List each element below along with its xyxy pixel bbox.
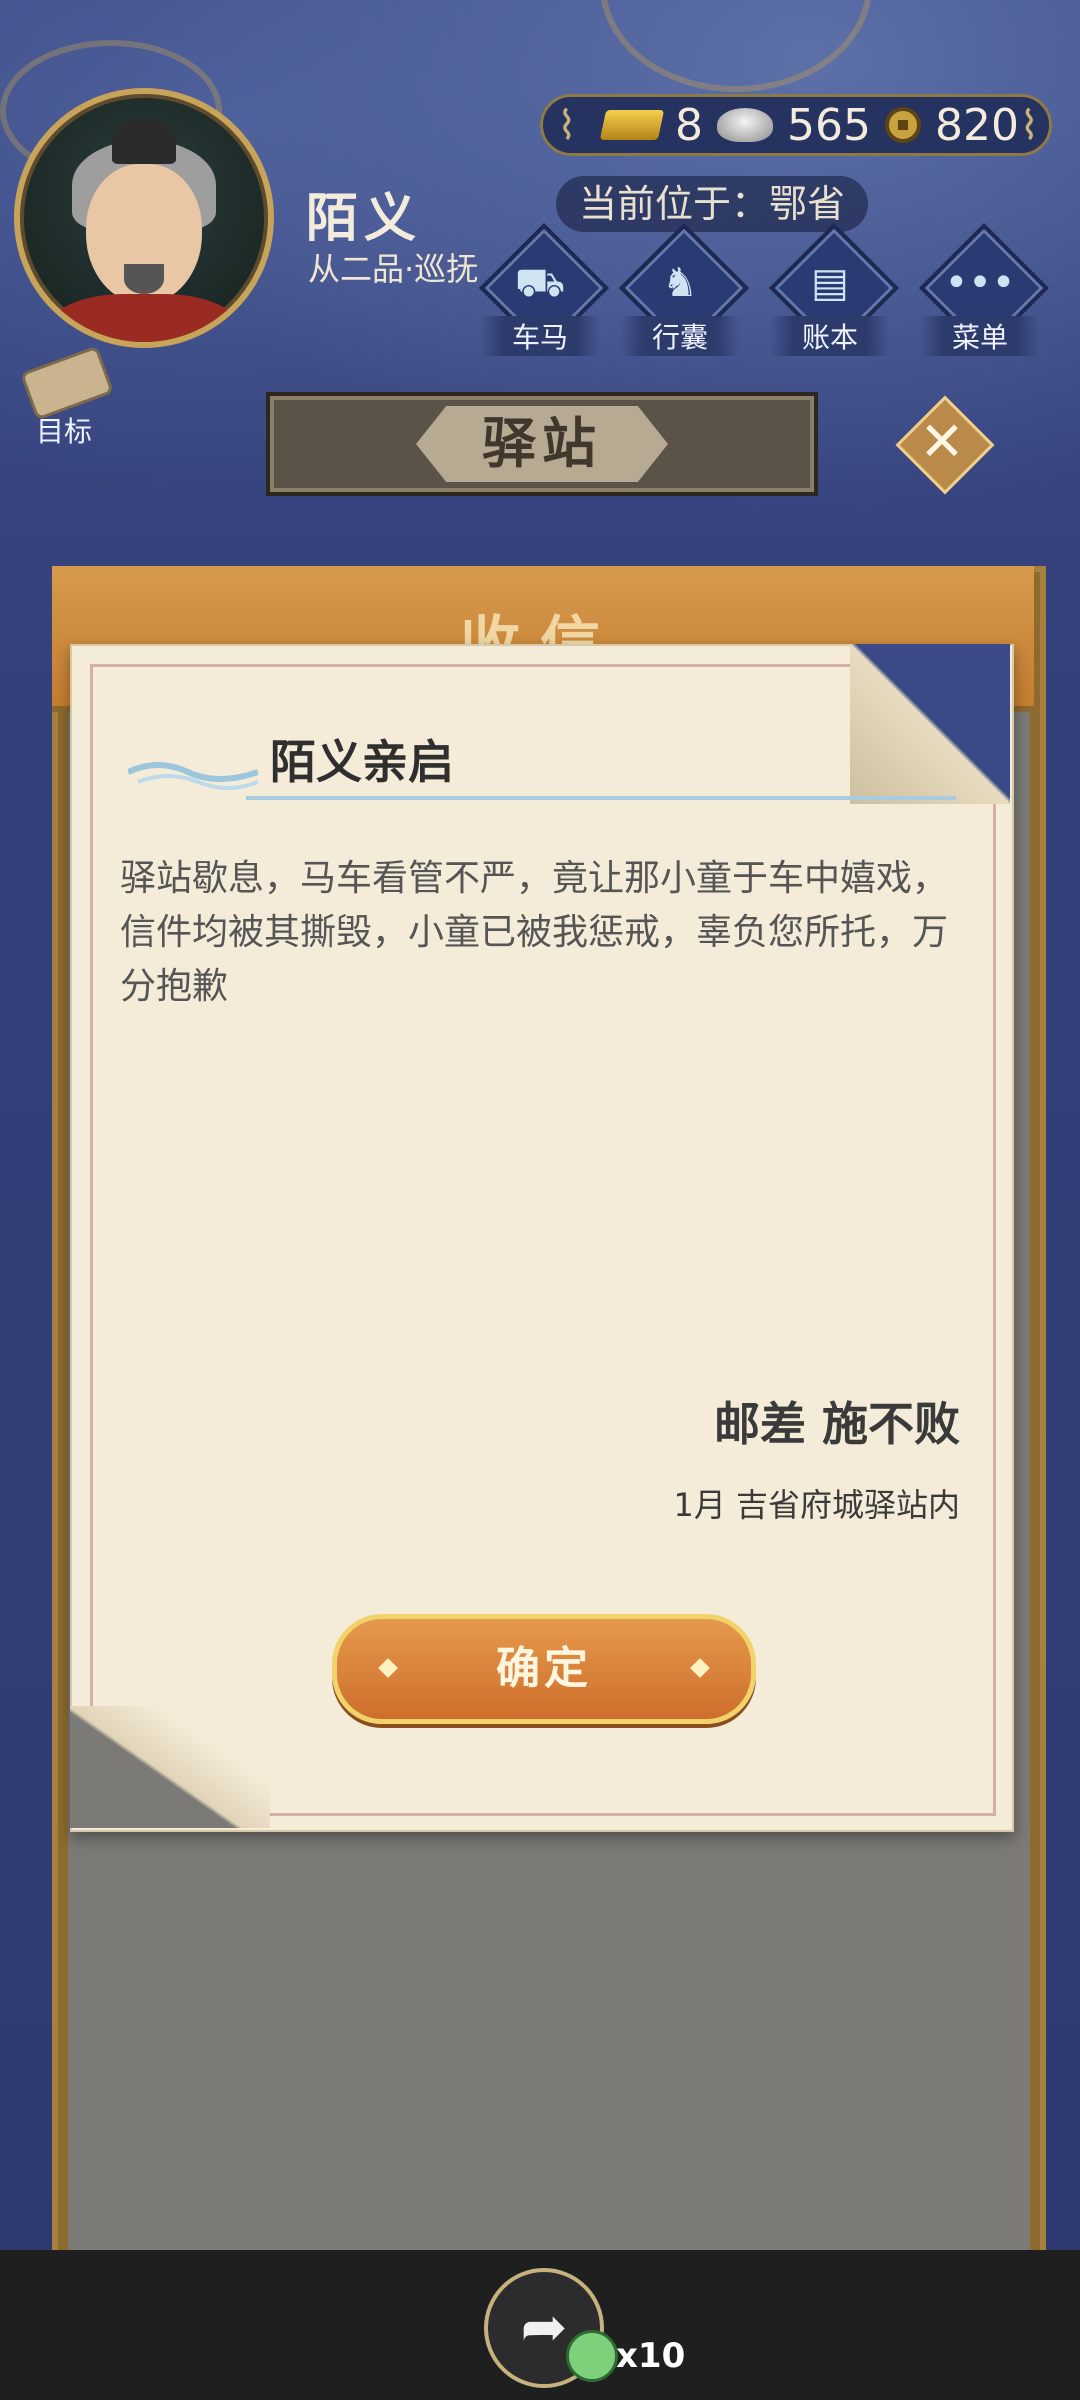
goal-label: 目标 xyxy=(35,415,92,448)
player-avatar[interactable] xyxy=(14,88,274,348)
letter-date-place: 1月 吉省府城驿站内 xyxy=(673,1486,960,1524)
menu-ledger-button[interactable]: ▤ 账本 xyxy=(768,222,900,356)
title-underline xyxy=(246,796,956,800)
close-button[interactable]: ✕ xyxy=(895,395,995,495)
confirm-button[interactable]: 确定 xyxy=(332,1614,756,1724)
current-location: 当前位于：鄂省 xyxy=(556,176,868,232)
silver-ingot-icon xyxy=(717,108,773,142)
carriage-icon: ⛟ xyxy=(514,260,566,306)
avatar-beard xyxy=(124,264,164,294)
goal-button[interactable]: 目标 xyxy=(16,345,115,450)
letter-body: 驿站歇息，马车看管不严，竟让那小童于车中嬉戏，信件均被其撕毁，小童已被我惩戒，辜… xyxy=(120,858,949,1007)
menu-more-label: 菜单 xyxy=(920,316,1040,356)
currency-bar: ⌇ 8 565 820 ⌇ xyxy=(540,94,1052,156)
more-icon: ••• xyxy=(944,260,1016,306)
bamboo-left-icon: ⌇ xyxy=(557,103,577,149)
copper-coin-icon xyxy=(884,107,921,143)
letter-title: 陌义亲启 xyxy=(270,735,454,789)
menu-carriage-button[interactable]: ⛟ 车马 xyxy=(478,222,610,356)
station-banner: 驿站 xyxy=(266,392,818,496)
page-curl-top-right xyxy=(850,644,1010,804)
station-title: 驿站 xyxy=(482,412,602,475)
wave-ornament-icon xyxy=(128,762,258,790)
menu-carriage-label: 车马 xyxy=(480,316,600,356)
copper-value: 820 xyxy=(934,99,1019,151)
letter-signer: 邮差 施不败 xyxy=(713,1397,960,1451)
close-icon: ✕ xyxy=(919,410,965,473)
bamboo-right-icon: ⌇ xyxy=(1019,103,1039,149)
page-curl-bottom-left xyxy=(70,1706,270,1828)
gift-icon xyxy=(566,2330,618,2382)
menu-more-button[interactable]: ••• 菜单 xyxy=(918,222,1050,356)
player-name: 陌义 xyxy=(306,189,423,249)
menu-bag-button[interactable]: ♞ 行囊 xyxy=(618,222,750,356)
player-rank: 从二品·巡抚 xyxy=(308,250,479,288)
gift-count: x10 xyxy=(616,2336,686,2376)
avatar-robe xyxy=(50,294,238,342)
avatar-cap xyxy=(112,120,176,164)
silver-value: 565 xyxy=(787,99,871,151)
menu-bag-label: 行囊 xyxy=(620,316,740,356)
gold-bar-icon xyxy=(599,110,665,140)
gold-value: 8 xyxy=(675,99,703,151)
confirm-label: 确定 xyxy=(496,1643,592,1694)
bag-icon: ♞ xyxy=(662,260,698,306)
menu-ledger-label: 账本 xyxy=(770,316,890,356)
ledger-icon: ▤ xyxy=(811,260,849,306)
